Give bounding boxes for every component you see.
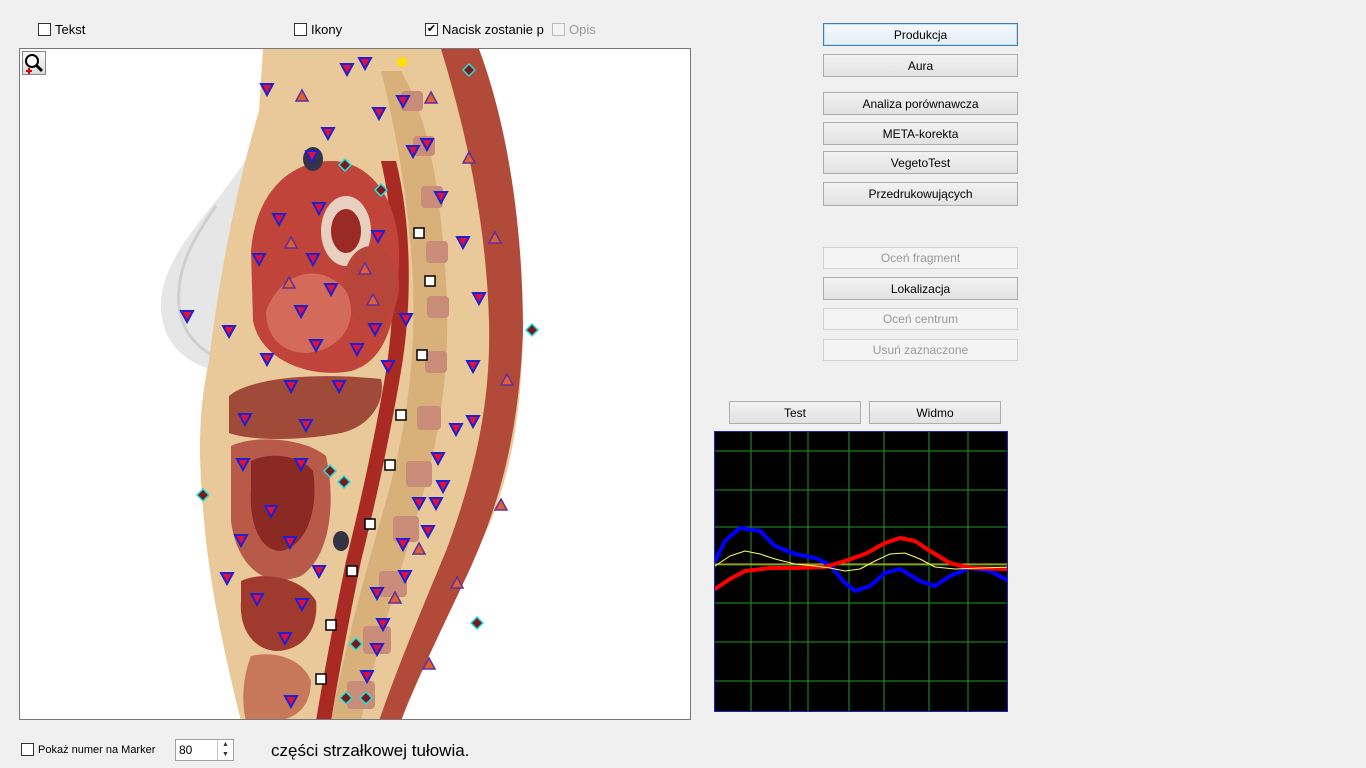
checkbox-nacisk-box[interactable]: ✔ (425, 23, 438, 36)
przedrukowujacych-button[interactable]: Przedrukowujących (823, 182, 1018, 206)
marker-diamond[interactable] (469, 615, 485, 631)
widmo-button[interactable]: Widmo (869, 401, 1001, 424)
checkbox-tekst-box[interactable] (38, 23, 51, 36)
checkbox-ikony[interactable]: Ikony (294, 22, 342, 37)
checkbox-tekst[interactable]: Tekst (38, 22, 85, 37)
analiza-porownawcza-button[interactable]: Analiza porównawcza (823, 92, 1018, 115)
marker-square[interactable] (424, 275, 436, 287)
marker-square[interactable] (346, 565, 358, 577)
anatomy-viewer[interactable] (19, 48, 691, 720)
spectrum-series-line (715, 526, 1007, 593)
show-number-label: Pokaż numer na Marker (38, 743, 156, 756)
zoom-button[interactable] (22, 51, 46, 75)
ocen-centrum-button[interactable]: Oceń centrum (823, 308, 1018, 330)
checkbox-opis[interactable]: Opis (552, 22, 596, 37)
marker-size-spinner[interactable]: ▲ ▼ (175, 739, 234, 761)
checkbox-nacisk[interactable]: ✔ Nacisk zostanie p (425, 22, 544, 37)
checkbox-opis-label: Opis (569, 22, 596, 37)
marker-diamond[interactable] (524, 322, 540, 338)
aura-button[interactable]: Aura (823, 54, 1018, 77)
checkbox-opis-box[interactable] (552, 23, 565, 36)
show-number-checkbox-box[interactable] (21, 743, 34, 756)
ocen-fragment-button[interactable]: Oceń fragment (823, 247, 1018, 269)
produkcja-button[interactable]: Produkcja (823, 23, 1018, 46)
marker-square[interactable] (364, 518, 376, 530)
test-button[interactable]: Test (729, 401, 861, 424)
spinner-down-icon[interactable]: ▼ (218, 750, 233, 760)
marker-size-input[interactable] (176, 742, 221, 758)
magnifier-icon (25, 54, 44, 74)
spectrum-graph-canvas (715, 432, 1007, 711)
spectrum-graph (714, 431, 1008, 712)
usun-zaznaczone-button[interactable]: Usuń zaznaczone (823, 339, 1018, 361)
checkbox-tekst-label: Tekst (55, 22, 86, 37)
checkbox-nacisk-label: Nacisk zostanie p (442, 22, 544, 37)
anatomy-canvas (160, 49, 540, 719)
marker-square[interactable] (315, 673, 327, 685)
marker-dot[interactable] (397, 57, 407, 67)
checkbox-ikony-box[interactable] (294, 23, 307, 36)
marker-square[interactable] (413, 227, 425, 239)
lokalizacja-button[interactable]: Lokalizacja (823, 277, 1018, 300)
meta-korekta-button[interactable]: META-korekta (823, 122, 1018, 145)
caption-text: części strzałkowej tułowia. (271, 741, 470, 760)
show-number-checkbox[interactable]: Pokaż numer na Marker (21, 743, 155, 756)
spinner-arrows[interactable]: ▲ ▼ (217, 740, 233, 760)
spinner-up-icon[interactable]: ▲ (218, 740, 233, 750)
marker-square[interactable] (325, 619, 337, 631)
marker-square[interactable] (395, 409, 407, 421)
vegetotest-button[interactable]: VegetoTest (823, 151, 1018, 174)
marker-square[interactable] (416, 349, 428, 361)
marker-square[interactable] (384, 459, 396, 471)
checkbox-ikony-label: Ikony (311, 22, 343, 37)
